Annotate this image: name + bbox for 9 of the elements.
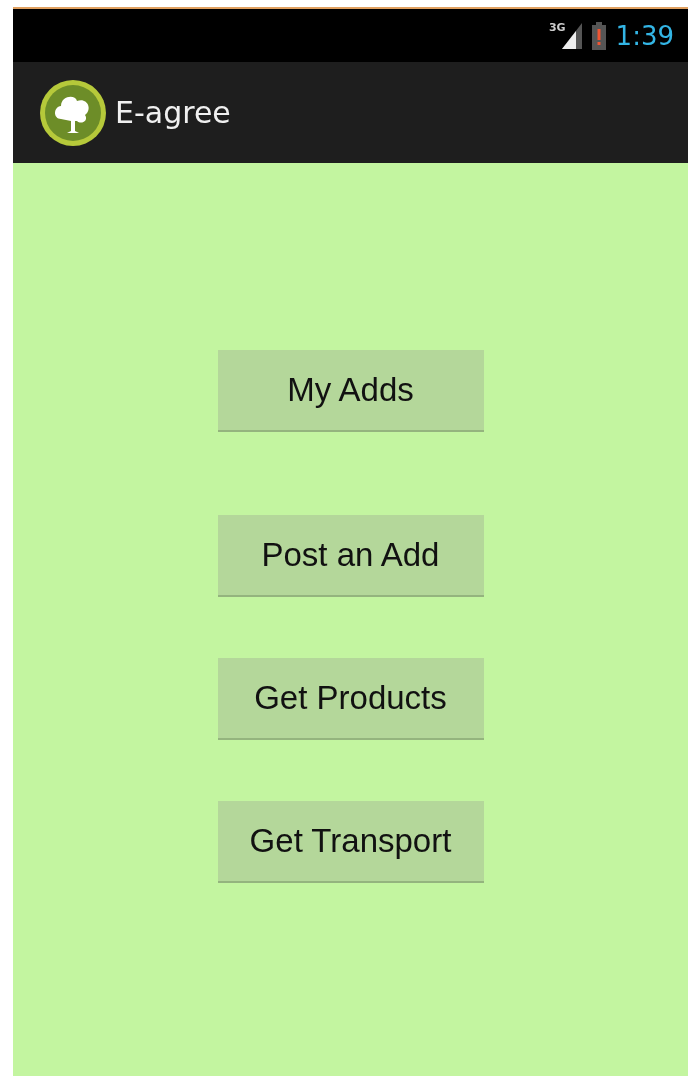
battery-alert-icon (591, 21, 606, 50)
clock-time: 1:39 (615, 20, 674, 51)
network-type-label: 3G (548, 21, 566, 34)
menu-button[interactable]: Get Products (217, 658, 484, 740)
app-title: E-agree (115, 95, 231, 130)
menu-button[interactable]: My Adds (217, 350, 484, 432)
menu-button[interactable]: Post an Add (217, 515, 484, 597)
tree-logo-icon (39, 78, 107, 147)
menu-button[interactable]: Get Transport (217, 801, 484, 883)
